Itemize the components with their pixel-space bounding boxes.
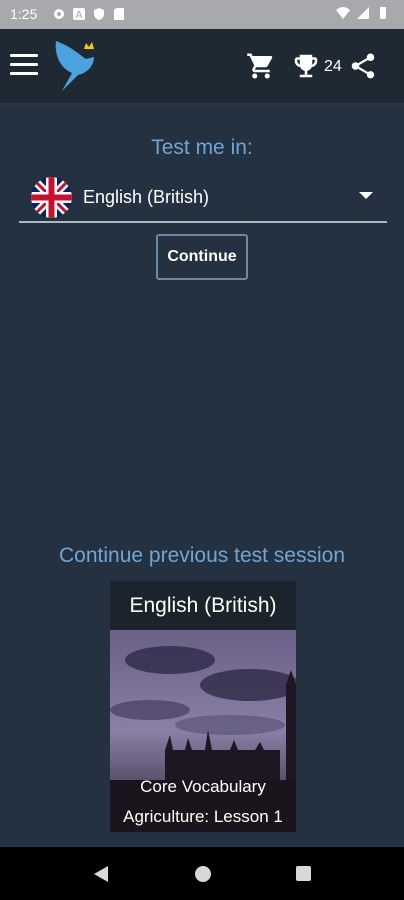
london-skyline-image — [110, 630, 296, 832]
battery-icon — [380, 7, 386, 19]
system-nav-bar — [0, 847, 404, 900]
status-time: 1:25 — [10, 6, 38, 22]
home-icon[interactable] — [195, 866, 211, 882]
trophy-icon[interactable] — [291, 51, 321, 81]
session-card-title: English (British) — [110, 581, 296, 630]
signal-icon — [357, 7, 369, 19]
continue-button[interactable]: Continue — [156, 234, 248, 280]
dropdown-arrow-icon — [359, 192, 373, 199]
previous-session-label: Continue previous test session — [59, 544, 345, 567]
cart-icon[interactable] — [246, 51, 276, 81]
previous-session-card[interactable]: English (British) Core Vocabulary Agricu… — [110, 581, 296, 832]
sd-card-icon — [114, 8, 124, 20]
settings-icon — [54, 9, 64, 19]
wifi-icon — [336, 7, 350, 19]
session-card-lesson: Agriculture: Lesson 1 — [123, 807, 283, 826]
svg-text:A: A — [76, 10, 83, 21]
shield-icon — [94, 8, 104, 20]
back-icon[interactable] — [92, 865, 110, 883]
uk-flag-icon — [31, 177, 72, 218]
test-me-in-label: Test me in: — [151, 136, 253, 159]
bird-logo-icon[interactable] — [50, 37, 102, 95]
selected-language: English (British) — [83, 187, 210, 207]
share-icon[interactable] — [348, 51, 378, 81]
menu-icon[interactable] — [10, 54, 38, 76]
status-bar: 1:25 A — [0, 0, 404, 29]
language-dropdown[interactable]: English (British) — [19, 173, 387, 223]
a-icon: A — [73, 8, 85, 21]
trophy-count: 24 — [324, 58, 342, 75]
status-left-icons: A — [52, 7, 126, 21]
session-card-course: Core Vocabulary — [140, 777, 266, 796]
status-right-icons — [336, 6, 390, 20]
recents-icon[interactable] — [296, 866, 311, 881]
app-bar: 24 — [0, 29, 404, 105]
